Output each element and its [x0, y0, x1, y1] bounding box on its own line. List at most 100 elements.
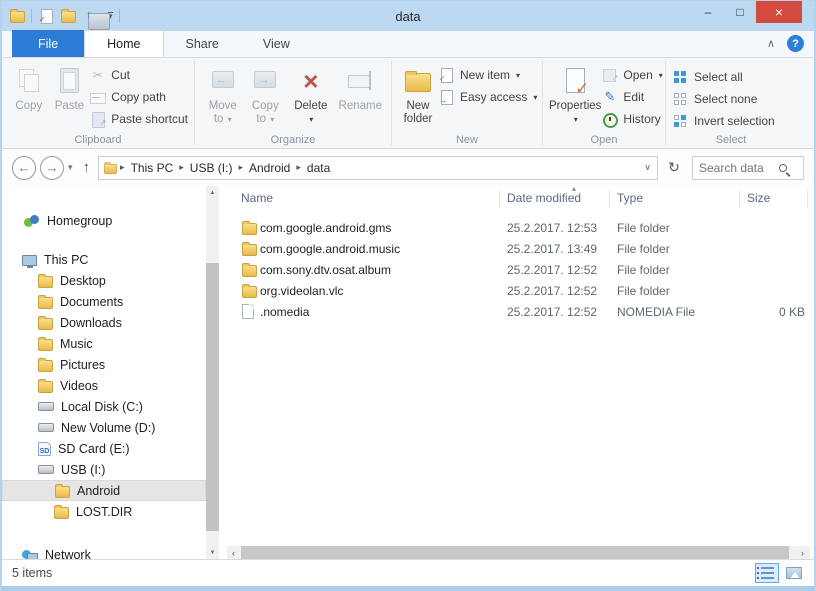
- address-bar[interactable]: ▸ This PC ▸ USB (I:) ▸ Android ▸ data ∨: [98, 156, 658, 180]
- file-list-hscrollbar[interactable]: ‹ ›: [227, 546, 810, 559]
- sd-card-icon: SD: [38, 442, 51, 456]
- table-row[interactable]: org.videolan.vlc 25.2.2017. 12:52 File f…: [227, 280, 810, 301]
- breadcrumb-this-pc[interactable]: This PC: [127, 161, 178, 175]
- edit-button[interactable]: ✎ Edit: [601, 86, 662, 108]
- maximize-button[interactable]: □: [724, 1, 756, 23]
- sidebar-item-lost-dir[interactable]: LOST.DIR: [2, 501, 206, 522]
- item-count: 5 items: [12, 566, 52, 580]
- scroll-left-icon[interactable]: ‹: [227, 546, 240, 559]
- sidebar-item-new-volume-d[interactable]: New Volume (D:): [2, 417, 206, 438]
- column-divider[interactable]: [807, 190, 808, 208]
- forward-button[interactable]: →: [40, 156, 64, 180]
- divider: [31, 9, 32, 23]
- address-folder-icon: [104, 163, 117, 173]
- new-folder-icon: [401, 65, 435, 97]
- sidebar-item-pictures[interactable]: Pictures: [2, 354, 206, 375]
- sidebar-item-videos[interactable]: Videos: [2, 375, 206, 396]
- easy-access-button[interactable]: → Easy access ▾: [438, 86, 537, 108]
- sidebar-item-sd-card-e[interactable]: SDSD Card (E:): [2, 438, 206, 459]
- column-headers: Name ▴ Date modified Type Size: [227, 186, 810, 212]
- qat-new-folder-icon[interactable]: [61, 11, 76, 23]
- drive-icon: [38, 423, 54, 432]
- copy-to-button[interactable]: → Copy to ▾: [245, 62, 287, 126]
- details-view-button[interactable]: [755, 563, 779, 583]
- delete-button[interactable]: × Delete ▾: [286, 62, 335, 126]
- breadcrumb-usb[interactable]: USB (I:): [186, 161, 237, 175]
- scroll-up-icon[interactable]: ▲: [206, 186, 219, 199]
- tab-view[interactable]: View: [241, 30, 312, 57]
- column-name[interactable]: Name: [241, 191, 273, 205]
- properties-button[interactable]: ✓ Properties ▾: [549, 62, 601, 126]
- sidebar-scrollbar[interactable]: ▲ ▼: [206, 186, 219, 559]
- invert-selection-button[interactable]: Invert selection: [672, 110, 775, 132]
- breadcrumb-android[interactable]: Android: [245, 161, 294, 175]
- column-divider[interactable]: [499, 190, 500, 208]
- thumbnails-view-button[interactable]: [782, 563, 806, 583]
- new-folder-button[interactable]: New folder: [398, 62, 438, 126]
- sidebar-item-android[interactable]: Android: [2, 480, 206, 501]
- scroll-right-icon[interactable]: ›: [796, 546, 809, 559]
- qat-export-icon[interactable]: ↑: [82, 7, 102, 25]
- search-box[interactable]: [692, 156, 804, 180]
- minimize-button[interactable]: –: [692, 1, 724, 23]
- tab-home[interactable]: Home: [84, 30, 163, 57]
- open-button[interactable]: ↗ Open ▾: [601, 64, 662, 86]
- new-item-button[interactable]: ✓ New item ▾: [438, 64, 537, 86]
- table-row[interactable]: com.sony.dtv.osat.album 25.2.2017. 12:52…: [227, 259, 810, 280]
- usb-drive-icon: [38, 465, 54, 474]
- computer-icon: [22, 255, 37, 266]
- window-folder-icon: [10, 11, 25, 23]
- history-button[interactable]: History: [601, 108, 662, 130]
- scroll-down-icon[interactable]: ▼: [206, 546, 219, 559]
- edit-icon: ✎: [601, 89, 618, 105]
- tab-file[interactable]: File: [12, 30, 84, 57]
- sidebar-item-music[interactable]: Music: [2, 333, 206, 354]
- qat-properties-icon[interactable]: ✓: [38, 8, 55, 24]
- scrollbar-thumb[interactable]: [241, 546, 789, 559]
- help-icon[interactable]: ?: [787, 35, 804, 52]
- folder-icon: [38, 360, 53, 372]
- scrollbar-thumb[interactable]: [206, 263, 219, 531]
- breadcrumb-data[interactable]: data: [303, 161, 334, 175]
- column-divider[interactable]: [609, 190, 610, 208]
- rename-button[interactable]: Rename: [336, 62, 385, 113]
- table-row[interactable]: com.google.android.music 25.2.2017. 13:4…: [227, 238, 810, 259]
- folder-icon: [38, 381, 53, 393]
- paste-shortcut-button[interactable]: ↗ Paste shortcut: [89, 108, 188, 130]
- thumbnails-view-icon: [786, 567, 802, 579]
- close-button[interactable]: ×: [756, 1, 802, 23]
- tab-share[interactable]: Share: [164, 30, 241, 57]
- table-row[interactable]: .nomedia 25.2.2017. 12:52 NOMEDIA File 0…: [227, 301, 810, 322]
- recent-locations-icon[interactable]: ▾: [68, 162, 73, 173]
- table-row[interactable]: com.google.android.gms 25.2.2017. 12:53 …: [227, 217, 810, 238]
- sidebar-item-this-pc[interactable]: This PC: [2, 249, 206, 270]
- sidebar-item-desktop[interactable]: Desktop: [2, 270, 206, 291]
- sidebar-item-usb-i[interactable]: USB (I:): [2, 459, 206, 480]
- column-type[interactable]: Type: [617, 191, 643, 205]
- sidebar-item-documents[interactable]: Documents: [2, 291, 206, 312]
- column-divider[interactable]: [739, 190, 740, 208]
- window-controls: – □ ×: [692, 1, 802, 23]
- search-input[interactable]: [699, 161, 779, 175]
- sidebar-item-downloads[interactable]: Downloads: [2, 312, 206, 333]
- address-dropdown-icon[interactable]: ∨: [644, 162, 651, 173]
- refresh-icon[interactable]: ↻: [662, 156, 686, 180]
- move-to-button[interactable]: ← Move to ▾: [201, 62, 245, 126]
- cut-button[interactable]: ✂ Cut: [89, 64, 188, 86]
- copy-path-button[interactable]: Copy path: [89, 86, 188, 108]
- up-button[interactable]: ↑: [83, 159, 91, 176]
- sidebar-item-local-disk-c[interactable]: Local Disk (C:): [2, 396, 206, 417]
- sidebar-item-homegroup[interactable]: Homegroup: [2, 210, 206, 231]
- properties-icon: ✓: [558, 65, 592, 97]
- select-all-button[interactable]: Select all: [672, 66, 775, 88]
- column-date-modified[interactable]: Date modified: [507, 191, 581, 205]
- column-size[interactable]: Size: [747, 191, 770, 205]
- collapse-ribbon-icon[interactable]: ∧: [767, 37, 775, 50]
- group-open: ✓ Properties ▾ ↗ Open ▾ ✎ Edit History: [543, 58, 665, 148]
- paste-button[interactable]: Paste: [50, 62, 90, 113]
- ribbon: Copy Paste ✂ Cut Copy path ↗ Paste short…: [2, 58, 814, 149]
- homegroup-icon: [24, 214, 40, 228]
- back-button[interactable]: ←: [12, 156, 36, 180]
- copy-button[interactable]: Copy: [8, 62, 50, 113]
- select-none-button[interactable]: Select none: [672, 88, 775, 110]
